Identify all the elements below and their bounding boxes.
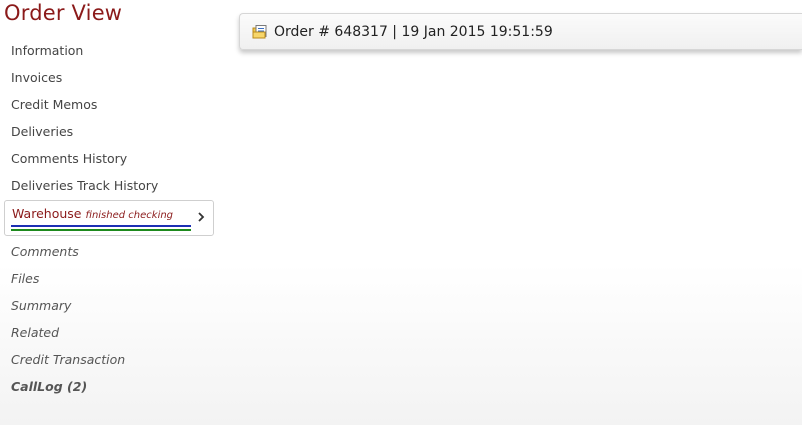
- sidebar-item-summary[interactable]: Summary: [4, 292, 214, 319]
- sidebar-item-credit-transaction[interactable]: Credit Transaction: [4, 346, 214, 373]
- sidebar-item-comments[interactable]: Comments: [4, 238, 214, 265]
- warehouse-progress-bar-secondary: [11, 229, 191, 231]
- sidebar-item-warehouse[interactable]: Warehouse finished checking: [4, 200, 214, 236]
- chevron-right-icon: [198, 212, 205, 222]
- sidebar-item-deliveries[interactable]: Deliveries: [4, 118, 214, 145]
- sidebar-item-related[interactable]: Related: [4, 319, 214, 346]
- sidebar-item-comments-history[interactable]: Comments History: [4, 145, 214, 172]
- sidebar-nav: Information Invoices Credit Memos Delive…: [4, 37, 214, 400]
- page-title: Order View: [4, 1, 123, 25]
- sidebar-item-deliveries-track-history[interactable]: Deliveries Track History: [4, 172, 214, 199]
- order-header: Order # 648317 | 19 Jan 2015 19:51:59: [239, 13, 802, 50]
- order-title: Order # 648317 | 19 Jan 2015 19:51:59: [274, 23, 553, 40]
- warehouse-progress-bar-primary: [11, 225, 191, 227]
- sidebar-item-calllog[interactable]: CallLog (2): [4, 373, 214, 400]
- sidebar-item-information[interactable]: Information: [4, 37, 214, 64]
- warehouse-label: Warehouse: [12, 206, 82, 221]
- sidebar-item-files[interactable]: Files: [4, 265, 214, 292]
- document-folder-icon: [252, 24, 267, 38]
- warehouse-status: finished checking: [85, 210, 174, 221]
- sidebar-item-invoices[interactable]: Invoices: [4, 64, 214, 91]
- sidebar-item-credit-memos[interactable]: Credit Memos: [4, 91, 214, 118]
